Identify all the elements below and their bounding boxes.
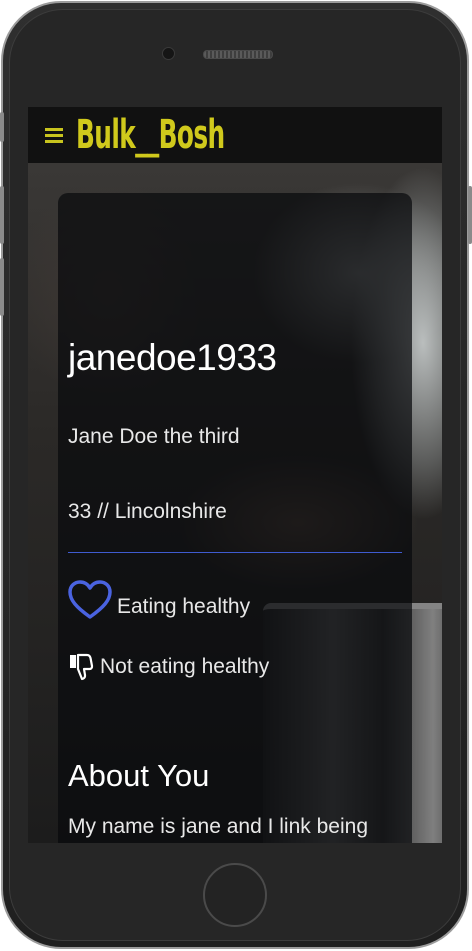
front-camera (162, 47, 175, 60)
home-button[interactable] (203, 863, 267, 927)
profile-card: janedoe1933 Jane Doe the third 33 // Lin… (58, 193, 412, 843)
volume-down-button (0, 258, 4, 316)
silent-switch (0, 112, 4, 142)
username-heading: janedoe1933 (68, 337, 277, 378)
thumbs-down-icon (70, 653, 94, 681)
about-text: My name is jane and I link being (68, 815, 368, 838)
brand-logo[interactable]: Bulk__Bosh (76, 109, 225, 161)
full-name: Jane Doe the third (68, 425, 240, 448)
divider (68, 552, 402, 553)
heart-outline-icon (68, 580, 112, 619)
hamburger-icon[interactable] (45, 128, 65, 144)
top-navbar: Bulk__Bosh (28, 107, 442, 163)
power-button (468, 186, 472, 244)
dislike-label: Not eating healthy (100, 655, 270, 678)
like-item: Eating healthy (68, 580, 250, 620)
earpiece-speaker (203, 50, 273, 59)
dislike-item: Not eating healthy (68, 653, 269, 681)
volume-up-button (0, 186, 4, 244)
like-label: Eating healthy (117, 595, 251, 618)
app-screen: Bulk__Bosh janedoe1933 Jane Doe the thir… (28, 107, 442, 843)
about-heading: About You (68, 758, 210, 793)
age-location: 33 // Lincolnshire (68, 500, 227, 523)
